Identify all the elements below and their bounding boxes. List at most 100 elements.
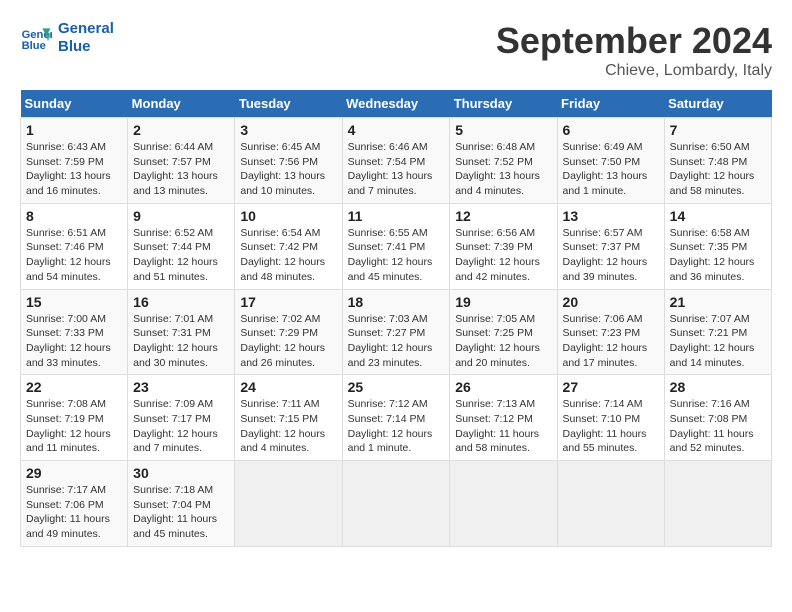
day-info: Sunrise: 6:56 AM Sunset: 7:39 PM Dayligh…: [455, 226, 551, 285]
calendar-cell: 27 Sunrise: 7:14 AM Sunset: 7:10 PM Dayli…: [557, 375, 664, 461]
day-info: Sunrise: 7:08 AM Sunset: 7:19 PM Dayligh…: [26, 397, 122, 456]
day-number: 19: [455, 294, 551, 310]
day-number: 15: [26, 294, 122, 310]
day-number: 3: [240, 122, 336, 138]
calendar-cell: 13 Sunrise: 6:57 AM Sunset: 7:37 PM Dayli…: [557, 203, 664, 289]
day-info: Sunrise: 7:11 AM Sunset: 7:15 PM Dayligh…: [240, 397, 336, 456]
day-number: 7: [670, 122, 766, 138]
day-info: Sunrise: 7:01 AM Sunset: 7:31 PM Dayligh…: [133, 312, 229, 371]
calendar-week-5: 29 Sunrise: 7:17 AM Sunset: 7:06 PM Dayli…: [21, 461, 772, 547]
logo-line1: General: [58, 20, 114, 38]
calendar-cell: 19 Sunrise: 7:05 AM Sunset: 7:25 PM Dayli…: [450, 289, 557, 375]
calendar-cell: 26 Sunrise: 7:13 AM Sunset: 7:12 PM Dayli…: [450, 375, 557, 461]
day-number: 4: [348, 122, 445, 138]
calendar-cell: 9 Sunrise: 6:52 AM Sunset: 7:44 PM Daylig…: [128, 203, 235, 289]
calendar-week-2: 8 Sunrise: 6:51 AM Sunset: 7:46 PM Daylig…: [21, 203, 772, 289]
day-number: 26: [455, 379, 551, 395]
calendar-cell: 17 Sunrise: 7:02 AM Sunset: 7:29 PM Dayli…: [235, 289, 342, 375]
day-info: Sunrise: 7:07 AM Sunset: 7:21 PM Dayligh…: [670, 312, 766, 371]
calendar-cell: 12 Sunrise: 6:56 AM Sunset: 7:39 PM Dayli…: [450, 203, 557, 289]
day-number: 10: [240, 208, 336, 224]
calendar-cell: [664, 461, 771, 547]
calendar-week-3: 15 Sunrise: 7:00 AM Sunset: 7:33 PM Dayli…: [21, 289, 772, 375]
day-number: 29: [26, 465, 122, 481]
day-info: Sunrise: 6:44 AM Sunset: 7:57 PM Dayligh…: [133, 140, 229, 199]
calendar-cell: 8 Sunrise: 6:51 AM Sunset: 7:46 PM Daylig…: [21, 203, 128, 289]
day-info: Sunrise: 6:58 AM Sunset: 7:35 PM Dayligh…: [670, 226, 766, 285]
calendar-cell: 11 Sunrise: 6:55 AM Sunset: 7:41 PM Dayli…: [342, 203, 450, 289]
day-number: 27: [563, 379, 659, 395]
day-number: 2: [133, 122, 229, 138]
calendar-cell: 14 Sunrise: 6:58 AM Sunset: 7:35 PM Dayli…: [664, 203, 771, 289]
day-info: Sunrise: 7:03 AM Sunset: 7:27 PM Dayligh…: [348, 312, 445, 371]
day-info: Sunrise: 6:48 AM Sunset: 7:52 PM Dayligh…: [455, 140, 551, 199]
day-info: Sunrise: 7:17 AM Sunset: 7:06 PM Dayligh…: [26, 483, 122, 542]
calendar-cell: 2 Sunrise: 6:44 AM Sunset: 7:57 PM Daylig…: [128, 118, 235, 204]
day-info: Sunrise: 6:50 AM Sunset: 7:48 PM Dayligh…: [670, 140, 766, 199]
calendar-cell: 5 Sunrise: 6:48 AM Sunset: 7:52 PM Daylig…: [450, 118, 557, 204]
day-number: 25: [348, 379, 445, 395]
day-number: 17: [240, 294, 336, 310]
calendar-cell: [342, 461, 450, 547]
page-header: General Blue General Blue September 2024…: [20, 20, 772, 80]
day-info: Sunrise: 7:05 AM Sunset: 7:25 PM Dayligh…: [455, 312, 551, 371]
calendar-cell: 25 Sunrise: 7:12 AM Sunset: 7:14 PM Dayli…: [342, 375, 450, 461]
calendar-cell: [235, 461, 342, 547]
day-info: Sunrise: 7:09 AM Sunset: 7:17 PM Dayligh…: [133, 397, 229, 456]
calendar-cell: 24 Sunrise: 7:11 AM Sunset: 7:15 PM Dayli…: [235, 375, 342, 461]
day-info: Sunrise: 6:57 AM Sunset: 7:37 PM Dayligh…: [563, 226, 659, 285]
calendar-cell: [557, 461, 664, 547]
day-number: 13: [563, 208, 659, 224]
day-number: 11: [348, 208, 445, 224]
calendar-week-1: 1Sunrise: 6:43 AM Sunset: 7:59 PM Daylig…: [21, 118, 772, 204]
day-info: Sunrise: 7:13 AM Sunset: 7:12 PM Dayligh…: [455, 397, 551, 456]
title-block: September 2024 Chieve, Lombardy, Italy: [496, 20, 772, 80]
day-info: Sunrise: 7:00 AM Sunset: 7:33 PM Dayligh…: [26, 312, 122, 371]
day-number: 28: [670, 379, 766, 395]
calendar-cell: 10 Sunrise: 6:54 AM Sunset: 7:42 PM Dayli…: [235, 203, 342, 289]
calendar-cell: 23Sunrise: 7:09 AM Sunset: 7:17 PM Dayli…: [128, 375, 235, 461]
day-number: 9: [133, 208, 229, 224]
day-info: Sunrise: 7:12 AM Sunset: 7:14 PM Dayligh…: [348, 397, 445, 456]
calendar-cell: 28 Sunrise: 7:16 AM Sunset: 7:08 PM Dayli…: [664, 375, 771, 461]
day-number: 21: [670, 294, 766, 310]
weekday-header-saturday: Saturday: [664, 90, 771, 118]
day-info: Sunrise: 7:16 AM Sunset: 7:08 PM Dayligh…: [670, 397, 766, 456]
calendar-cell: 22Sunrise: 7:08 AM Sunset: 7:19 PM Dayli…: [21, 375, 128, 461]
svg-text:Blue: Blue: [22, 40, 46, 52]
calendar-cell: 7 Sunrise: 6:50 AM Sunset: 7:48 PM Daylig…: [664, 118, 771, 204]
weekday-header-monday: Monday: [128, 90, 235, 118]
calendar-cell: 30Sunrise: 7:18 AM Sunset: 7:04 PM Dayli…: [128, 461, 235, 547]
calendar-cell: 29 Sunrise: 7:17 AM Sunset: 7:06 PM Dayli…: [21, 461, 128, 547]
day-info: Sunrise: 6:51 AM Sunset: 7:46 PM Dayligh…: [26, 226, 122, 285]
calendar-cell: 15 Sunrise: 7:00 AM Sunset: 7:33 PM Dayli…: [21, 289, 128, 375]
day-number: 30: [133, 465, 229, 481]
day-info: Sunrise: 6:55 AM Sunset: 7:41 PM Dayligh…: [348, 226, 445, 285]
day-number: 12: [455, 208, 551, 224]
location-subtitle: Chieve, Lombardy, Italy: [496, 62, 772, 80]
day-info: Sunrise: 6:52 AM Sunset: 7:44 PM Dayligh…: [133, 226, 229, 285]
weekday-header-friday: Friday: [557, 90, 664, 118]
weekday-header-thursday: Thursday: [450, 90, 557, 118]
day-number: 14: [670, 208, 766, 224]
day-info: Sunrise: 7:06 AM Sunset: 7:23 PM Dayligh…: [563, 312, 659, 371]
day-info: Sunrise: 6:49 AM Sunset: 7:50 PM Dayligh…: [563, 140, 659, 199]
day-number: 16: [133, 294, 229, 310]
weekday-header-wednesday: Wednesday: [342, 90, 450, 118]
calendar-table: SundayMondayTuesdayWednesdayThursdayFrid…: [20, 90, 772, 547]
day-number: 8: [26, 208, 122, 224]
day-number: 20: [563, 294, 659, 310]
logo: General Blue General Blue: [20, 20, 114, 56]
day-number: 24: [240, 379, 336, 395]
day-number: 5: [455, 122, 551, 138]
day-info: Sunrise: 6:54 AM Sunset: 7:42 PM Dayligh…: [240, 226, 336, 285]
calendar-cell: 4 Sunrise: 6:46 AM Sunset: 7:54 PM Daylig…: [342, 118, 450, 204]
day-info: Sunrise: 6:46 AM Sunset: 7:54 PM Dayligh…: [348, 140, 445, 199]
calendar-cell: 6Sunrise: 6:49 AM Sunset: 7:50 PM Daylig…: [557, 118, 664, 204]
calendar-cell: [450, 461, 557, 547]
weekday-header-sunday: Sunday: [21, 90, 128, 118]
weekday-header-tuesday: Tuesday: [235, 90, 342, 118]
day-info: Sunrise: 7:02 AM Sunset: 7:29 PM Dayligh…: [240, 312, 336, 371]
month-title: September 2024: [496, 20, 772, 62]
day-info: Sunrise: 7:14 AM Sunset: 7:10 PM Dayligh…: [563, 397, 659, 456]
